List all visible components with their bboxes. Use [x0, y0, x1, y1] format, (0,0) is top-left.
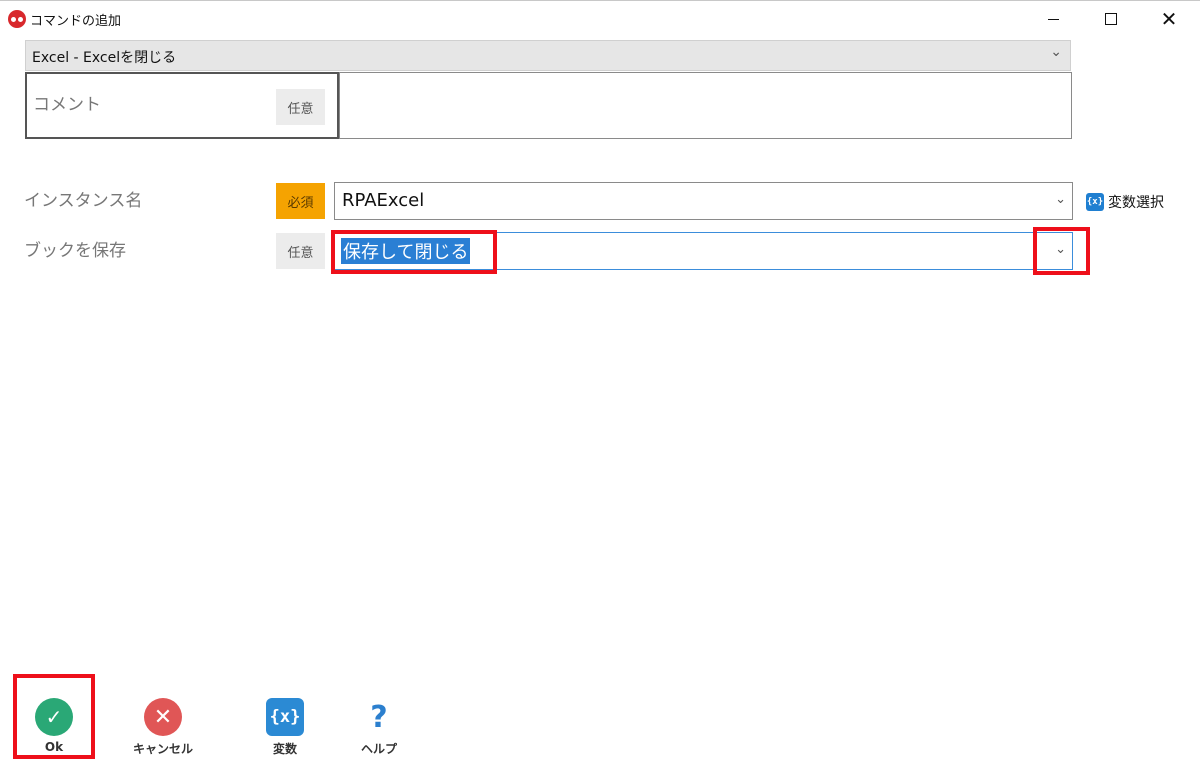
close-icon: ✕ — [1160, 7, 1178, 31]
question-mark-icon: ? — [370, 699, 388, 735]
variables-button[interactable]: {x} 変数 — [245, 698, 325, 758]
instance-name-label: インスタンス名 — [24, 191, 143, 211]
add-command-dialog: コマンドの追加 ✕ Excel - Excelを閉じる ⌄ コメント 任意 イン… — [0, 0, 1200, 760]
instance-name-value: RPAExcel — [342, 190, 425, 211]
save-book-select[interactable]: 保存して閉じる ⌄ — [334, 232, 1073, 270]
comment-optional-badge: 任意 — [276, 89, 325, 125]
help-button[interactable]: ? ヘルプ — [339, 698, 419, 758]
close-button[interactable]: ✕ — [1140, 1, 1198, 37]
save-book-value: 保存して閉じる — [341, 238, 471, 264]
minimize-icon — [1047, 18, 1059, 20]
close-circle-icon: ✕ — [144, 698, 182, 736]
window-title: コマンドの追加 — [30, 14, 122, 29]
chevron-down-icon[interactable]: ⌄ — [1055, 242, 1066, 257]
command-select-value: Excel - Excelを閉じる — [32, 50, 177, 66]
title-bar: コマンドの追加 ✕ — [0, 1, 1200, 37]
variable-select-label: 変数選択 — [1108, 195, 1164, 211]
save-book-label: ブックを保存 — [24, 241, 126, 261]
checkmark-icon: ✓ — [35, 698, 73, 736]
instance-name-select[interactable]: RPAExcel ⌄ — [334, 182, 1073, 220]
comment-input[interactable] — [339, 72, 1072, 139]
cancel-button[interactable]: ✕ キャンセル — [123, 698, 203, 758]
ok-button[interactable]: ✓ Ok — [14, 698, 94, 758]
help-label: ヘルプ — [360, 742, 397, 756]
variable-braces-icon: {x} — [266, 698, 304, 736]
chevron-down-icon: ⌄ — [1050, 44, 1062, 60]
cancel-label: キャンセル — [132, 742, 193, 756]
variable-icon: {x} — [1086, 193, 1104, 211]
minimize-button[interactable] — [1024, 1, 1082, 37]
command-select[interactable]: Excel - Excelを閉じる ⌄ — [25, 40, 1071, 71]
instance-name-required-badge: 必須 — [276, 183, 325, 219]
app-logo-icon — [8, 10, 26, 28]
comment-label: コメント — [33, 95, 101, 115]
maximize-icon — [1105, 13, 1117, 25]
save-book-optional-badge: 任意 — [276, 233, 325, 269]
chevron-down-icon[interactable]: ⌄ — [1055, 192, 1066, 207]
ok-label: Ok — [44, 740, 64, 754]
variable-select-button[interactable]: {x} 変数選択 — [1086, 192, 1164, 212]
maximize-button[interactable] — [1082, 1, 1140, 37]
variables-label: 変数 — [272, 742, 297, 756]
